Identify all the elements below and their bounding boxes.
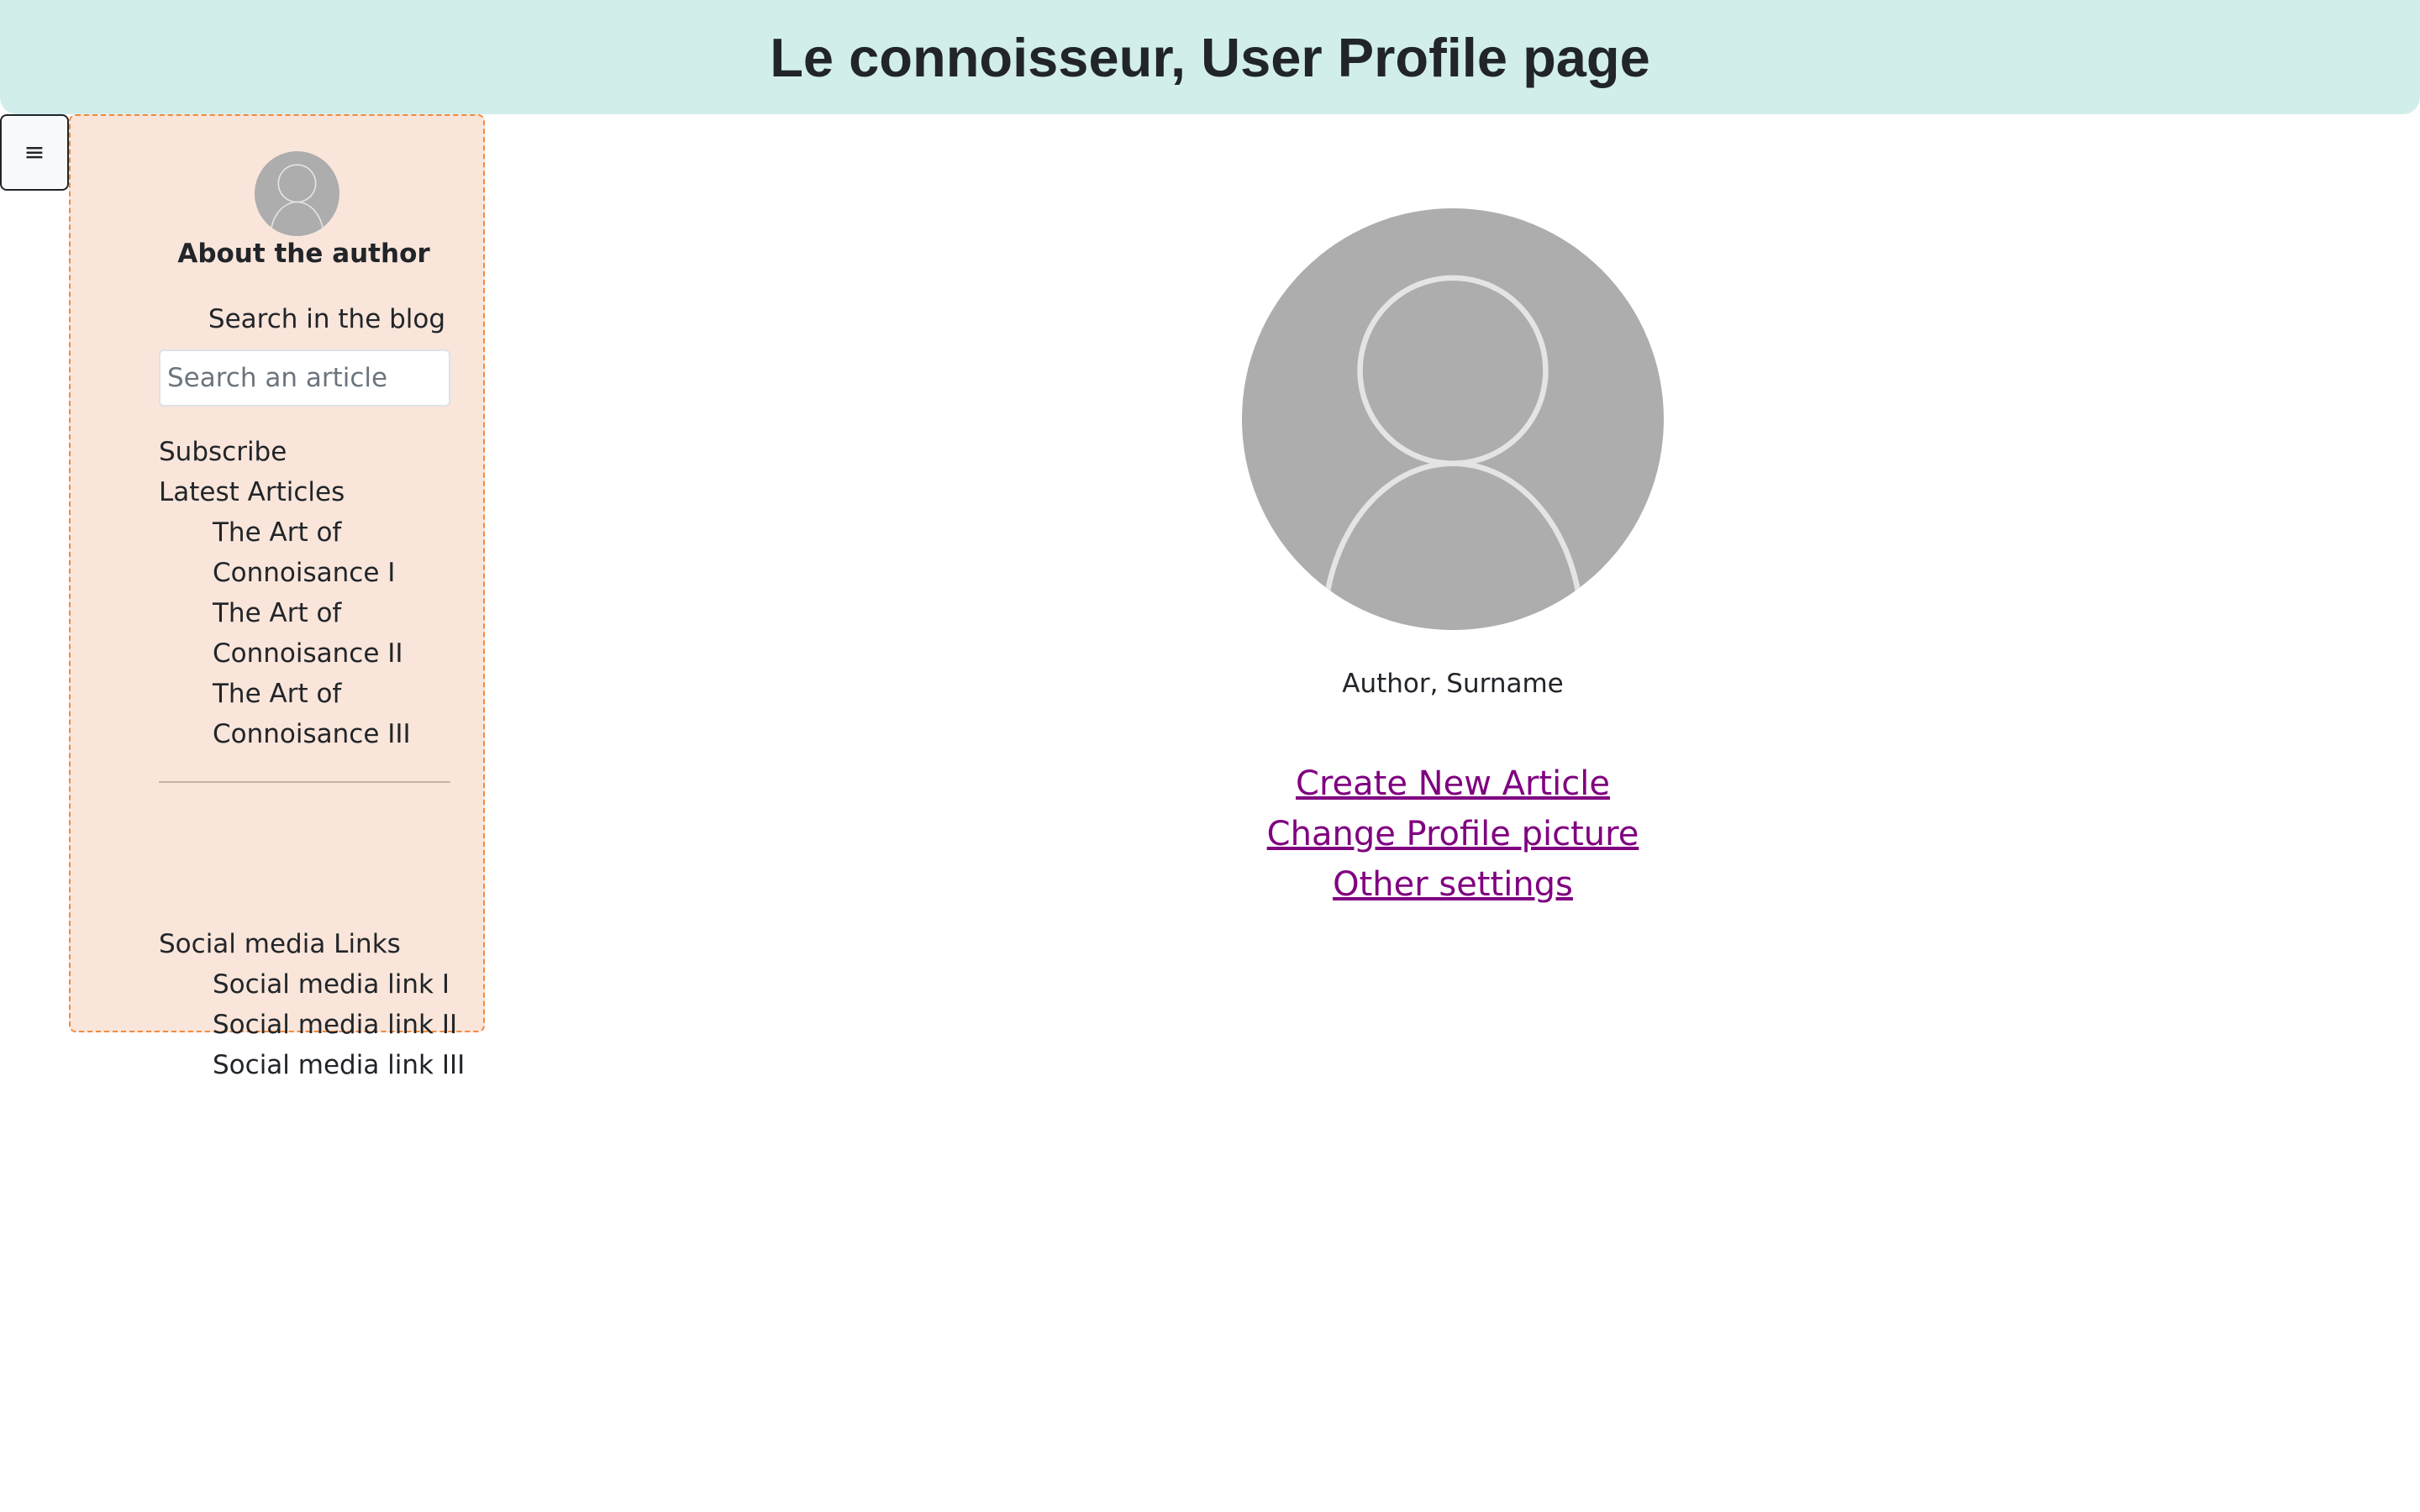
sidebar: About the author Search in the blog Subs…: [69, 114, 485, 1080]
page-title: Le connoisseur, User Profile page: [770, 26, 1650, 88]
article-link-2[interactable]: The Art of Connoisance II: [213, 593, 403, 674]
article-link-line: Connoisance I: [213, 558, 396, 588]
article-link-line: The Art of: [213, 598, 342, 628]
subscribe-link[interactable]: Subscribe: [159, 432, 287, 472]
article-link-line: The Art of: [213, 679, 342, 709]
article-link-line: Connoisance III: [213, 719, 411, 749]
sidebar-toggle-button[interactable]: ≡: [0, 114, 69, 191]
social-link-3[interactable]: Social media link III: [213, 1045, 465, 1085]
author-name: Author, Surname: [1342, 669, 1564, 699]
social-link-1[interactable]: Social media link I: [213, 964, 450, 1005]
search-input[interactable]: [159, 349, 450, 407]
article-link-line: Connoisance II: [213, 638, 403, 669]
sidebar-divider: [159, 781, 450, 783]
change-profile-picture-link[interactable]: Change Profile picture: [1160, 815, 1746, 853]
article-link-3[interactable]: The Art of Connoisance III: [213, 674, 411, 754]
other-settings-link[interactable]: Other settings: [1160, 865, 1746, 904]
social-links-heading: Social media Links: [159, 929, 401, 959]
article-link-line: The Art of: [213, 517, 342, 548]
page-header: Le connoisseur, User Profile page: [0, 0, 2420, 114]
social-link-2[interactable]: Social media link II: [213, 1005, 457, 1045]
user-avatar-icon: [1242, 208, 1664, 630]
menu-icon: ≡: [24, 138, 45, 167]
latest-articles-heading: Latest Articles: [159, 477, 345, 507]
about-author-heading: About the author: [177, 239, 430, 269]
search-label: Search in the blog: [208, 304, 446, 334]
article-link-1[interactable]: The Art of Connoisance I: [213, 512, 395, 593]
create-article-link[interactable]: Create New Article: [1160, 764, 1746, 803]
user-avatar-icon: [255, 151, 339, 236]
